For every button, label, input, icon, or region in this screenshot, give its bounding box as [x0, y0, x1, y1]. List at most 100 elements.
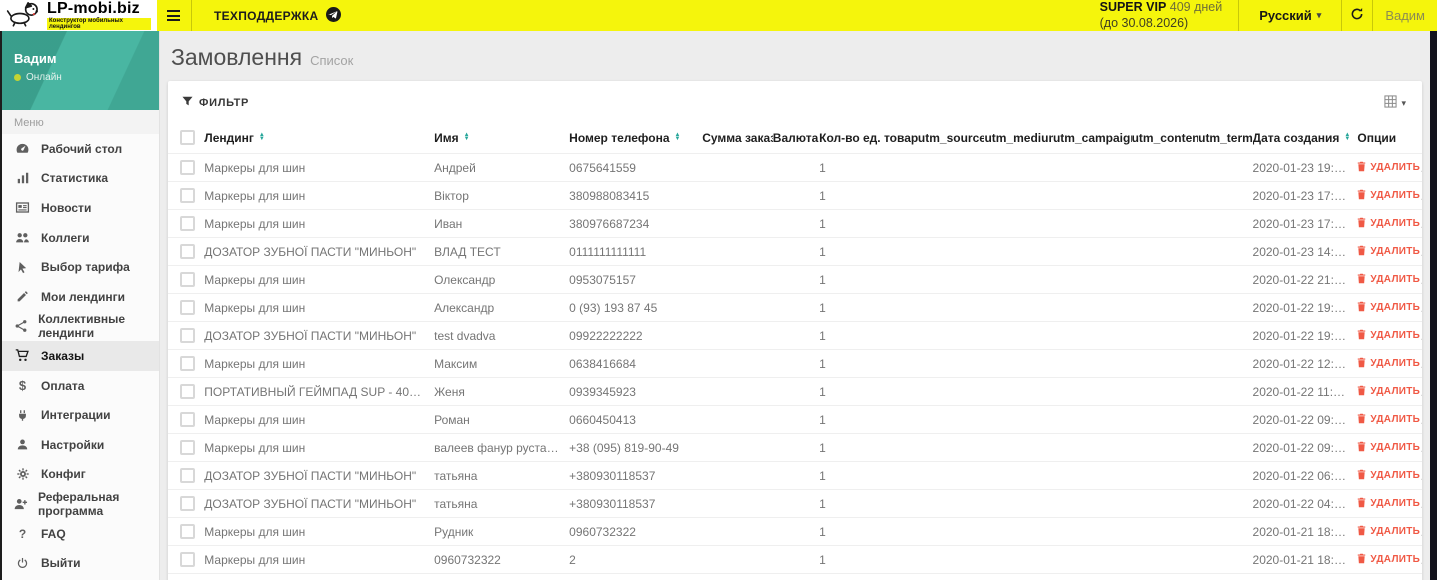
cell-currency — [772, 153, 820, 182]
cell-utm_campaign — [1052, 545, 1132, 574]
sidebar-item-gears[interactable]: Конфиг — [0, 460, 159, 490]
sidebar-item-dashboard[interactable]: Рабочий стол — [0, 134, 159, 164]
delete-button[interactable]: УДАЛИТЬ — [1357, 189, 1420, 203]
column-header-label: utm_content — [1131, 130, 1199, 145]
column-header[interactable]: Дата создания ▲ ▼ — [1253, 122, 1358, 154]
cell-utm_content — [1131, 349, 1199, 378]
delete-button[interactable]: УДАЛИТЬ — [1357, 161, 1420, 175]
row-checkbox[interactable] — [180, 300, 195, 315]
sidebar-item-colleagues[interactable]: Коллеги — [0, 223, 159, 253]
vertical-scrollbar[interactable] — [1430, 31, 1437, 580]
column-header: Сумма заказа — [702, 122, 773, 154]
plan-info: SUPER VIP 409 дней (до 30.08.2026) — [1100, 0, 1239, 31]
row-checkbox[interactable] — [180, 272, 195, 287]
row-checkbox[interactable] — [180, 328, 195, 343]
row-checkbox[interactable] — [180, 216, 195, 231]
orders-card: ФИЛЬТР ▾ Лендинг ▲ ▼ Имя ▲ ▼ Номер телеф… — [168, 81, 1422, 580]
delete-button[interactable]: УДАЛИТЬ — [1357, 553, 1420, 567]
cell-name: татьяна — [434, 461, 570, 490]
select-all-checkbox[interactable] — [180, 130, 195, 145]
row-checkbox[interactable] — [180, 524, 195, 539]
cell-sum — [702, 517, 773, 546]
sidebar-item-user-plus[interactable]: Реферальная программа — [0, 489, 159, 519]
power-icon — [14, 557, 31, 570]
row-checkbox[interactable] — [180, 412, 195, 427]
sidebar-item-dollar[interactable]: $ Оплата — [0, 371, 159, 401]
row-checkbox[interactable] — [180, 552, 195, 567]
delete-button[interactable]: УДАЛИТЬ — [1357, 497, 1420, 511]
table-row: ДОЗАТОР ЗУБНОЇ ПАСТИ "МИНЬОН" test dvadva… — [168, 321, 1422, 350]
filter-button[interactable]: ФИЛЬТР — [182, 96, 249, 110]
sidebar-item-plug[interactable]: Интеграции — [0, 400, 159, 430]
delete-button[interactable]: УДАЛИТЬ — [1357, 525, 1420, 539]
cell-created: 2020-01-23 17:41:43 — [1252, 209, 1358, 238]
sidebar-item-share[interactable]: Коллективные лендинги — [0, 312, 159, 342]
sidebar-item-question[interactable]: ? FAQ — [0, 519, 159, 549]
menu-section-label: Меню — [0, 110, 159, 134]
delete-button[interactable]: УДАЛИТЬ — [1357, 245, 1420, 259]
cell-utm_medium — [984, 293, 1053, 322]
row-checkbox[interactable] — [180, 160, 195, 175]
cell-currency — [772, 573, 820, 580]
cell-utm_medium — [984, 181, 1053, 210]
delete-button[interactable]: УДАЛИТЬ — [1357, 469, 1420, 483]
sidebar-item-pencil[interactable]: Мои лендинги — [0, 282, 159, 312]
row-checkbox[interactable] — [180, 356, 195, 371]
cell-utm_source — [917, 405, 985, 434]
table-row: Маркеры для шин Рудник 0960732322 1 2020-01-… — [168, 517, 1422, 546]
row-checkbox[interactable] — [180, 244, 195, 259]
delete-button[interactable]: УДАЛИТЬ — [1357, 441, 1420, 455]
cell-utm_campaign — [1052, 461, 1132, 490]
delete-button[interactable]: УДАЛИТЬ — [1357, 301, 1420, 315]
cell-qty: 1 — [819, 377, 918, 406]
cell-sum — [702, 265, 773, 294]
cell-sum — [702, 349, 773, 378]
sidebar-item-news[interactable]: Новости — [0, 193, 159, 223]
cell-sum — [702, 377, 773, 406]
trash-icon — [1357, 413, 1366, 427]
cell-phone: 09922222222 — [569, 321, 703, 350]
sidebar-item-label: Заказы — [41, 348, 85, 363]
table-row: Маркеры для шин Андрей 0675641559 1 2020-01-… — [168, 153, 1422, 182]
cell-landing: ДОЗАТОР ЗУБНОЇ ПАСТИ "МИНЬОН" — [204, 237, 435, 266]
sidebar-item-power[interactable]: Выйти — [0, 548, 159, 578]
sidebar-item-user[interactable]: Настройки — [0, 430, 159, 460]
cell-created: 2020-01-22 09:12:28 — [1252, 433, 1358, 462]
row-checkbox[interactable] — [180, 384, 195, 399]
sidebar-item-statistics[interactable]: Статистика — [0, 164, 159, 194]
row-checkbox-cell — [168, 489, 205, 518]
cell-name: Александр — [434, 293, 570, 322]
delete-button[interactable]: УДАЛИТЬ — [1357, 273, 1420, 287]
header-username[interactable]: Вадим — [1373, 0, 1437, 31]
delete-button[interactable]: УДАЛИТЬ — [1357, 413, 1420, 427]
cell-utm_campaign — [1052, 349, 1132, 378]
cell-utm_medium — [984, 433, 1053, 462]
cell-phone: 380988083415 — [569, 181, 703, 210]
hamburger-menu-icon[interactable] — [167, 0, 180, 31]
sidebar-item-hand-pointer[interactable]: Выбор тарифа — [0, 252, 159, 282]
gears-icon — [14, 467, 31, 481]
row-checkbox[interactable] — [180, 468, 195, 483]
cell-created: 2020-01-23 14:55:18 — [1252, 237, 1358, 266]
delete-button[interactable]: УДАЛИТЬ — [1357, 385, 1420, 399]
delete-button[interactable]: УДАЛИТЬ — [1357, 357, 1420, 371]
select-all-cell — [168, 122, 204, 154]
language-selector[interactable]: Русский ▾ — [1239, 0, 1341, 31]
column-header[interactable]: Лендинг ▲ ▼ — [204, 122, 434, 154]
row-checkbox[interactable] — [180, 440, 195, 455]
delete-button[interactable]: УДАЛИТЬ — [1357, 329, 1420, 343]
column-header[interactable]: Номер телефона ▲ ▼ — [569, 122, 702, 154]
column-header: Валюта — [773, 122, 819, 154]
sidebar-item-cart[interactable]: Заказы — [0, 341, 159, 371]
logo[interactable]: LP-mobi.biz Конструктор мобильных лендин… — [0, 0, 157, 31]
refresh-button[interactable] — [1342, 0, 1372, 31]
column-header-label: utm_term — [1198, 130, 1253, 145]
delete-button[interactable]: УДАЛИТЬ — [1357, 217, 1420, 231]
sidebar: Вадим Онлайн Меню Рабочий стол Статистика… — [0, 31, 160, 580]
row-checkbox[interactable] — [180, 188, 195, 203]
support-link[interactable]: ТЕХПОДДЕРЖКА — [192, 0, 355, 31]
refresh-icon — [1350, 7, 1364, 24]
column-settings-button[interactable]: ▾ — [1384, 95, 1406, 111]
column-header[interactable]: Имя ▲ ▼ — [434, 122, 569, 154]
row-checkbox[interactable] — [180, 496, 195, 511]
